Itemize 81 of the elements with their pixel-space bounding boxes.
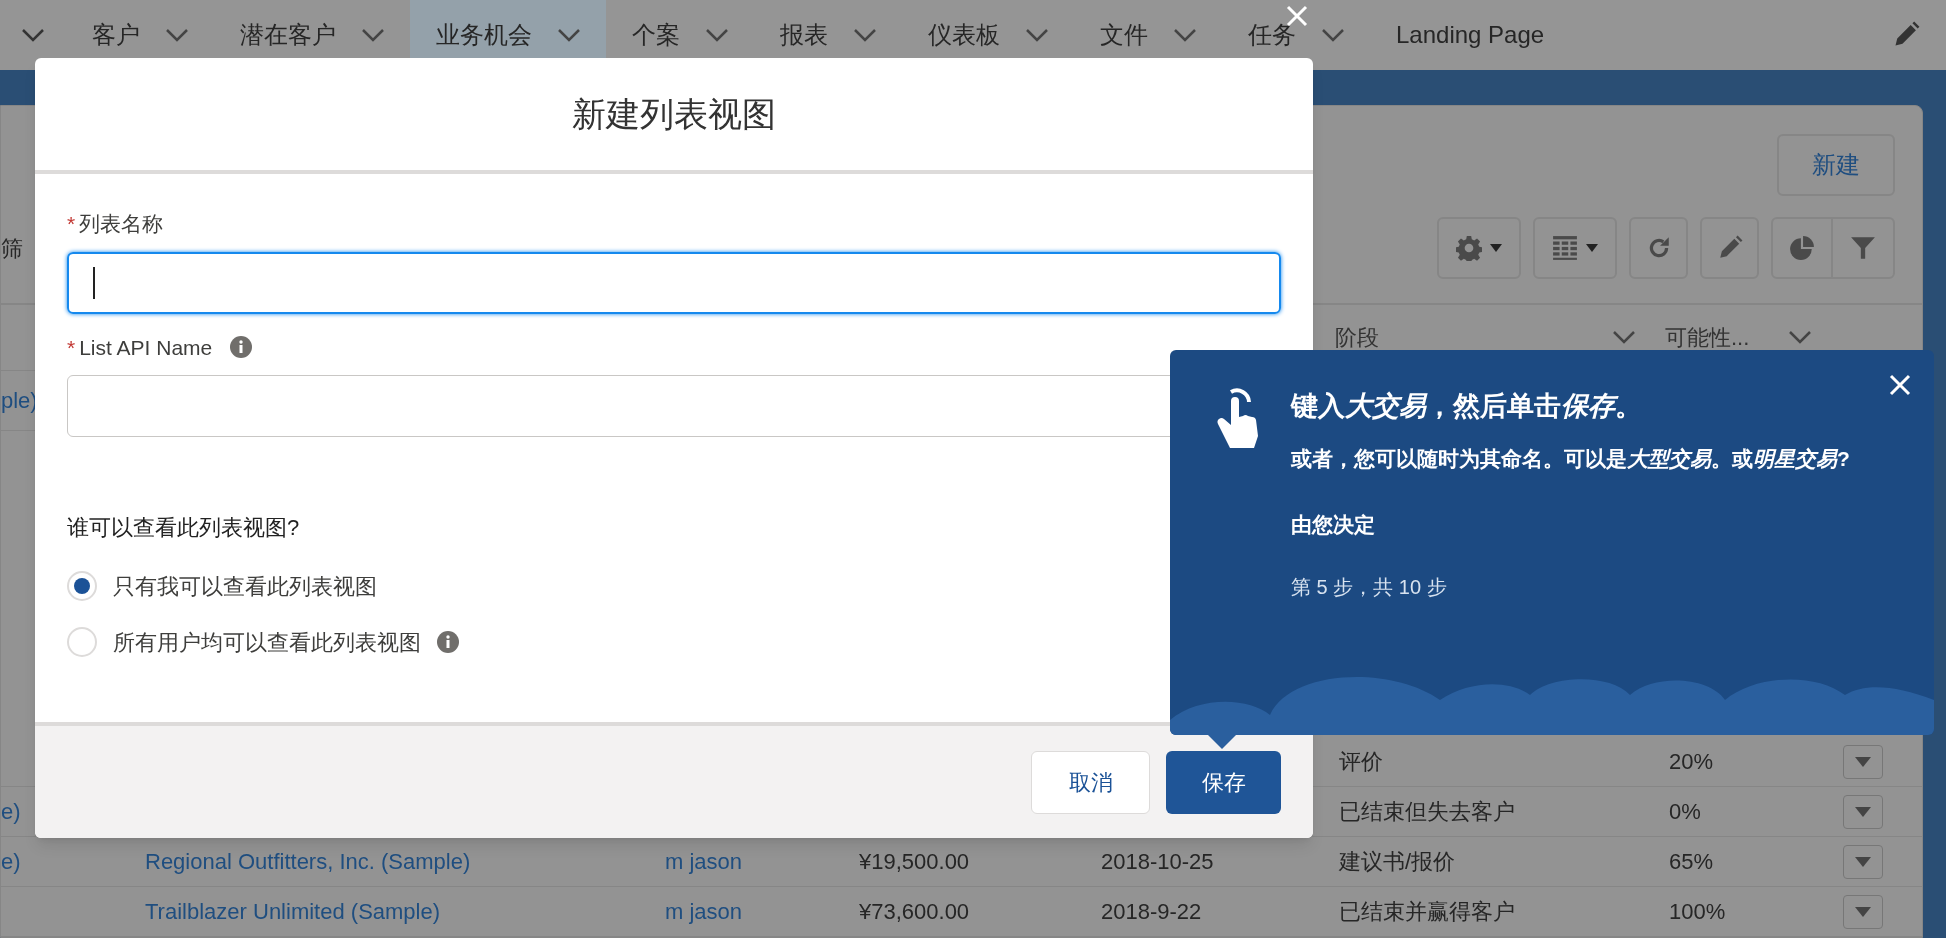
nav-tab[interactable]: 报表 bbox=[754, 0, 902, 70]
table-cell: ¥73,600.00 bbox=[859, 899, 970, 924]
nav-tab-label: 客户 bbox=[92, 20, 140, 50]
pointing-hand-icon bbox=[1216, 388, 1258, 448]
row-menu-button[interactable] bbox=[1843, 844, 1883, 879]
caret-icon bbox=[1490, 244, 1502, 252]
nav-tab[interactable]: Landing Page bbox=[1370, 0, 1571, 70]
record-link[interactable]: Trailblazer Unlimited (Sample) bbox=[145, 899, 441, 924]
radio-label: 所有用户均可以查看此列表视图 bbox=[113, 628, 421, 657]
input-field[interactable] bbox=[67, 251, 1281, 314]
nav-tab[interactable]: 潜在客户 bbox=[214, 0, 410, 70]
table-cell: 已结束并赢得客户 bbox=[1339, 899, 1515, 924]
nav-tab[interactable]: 客户 bbox=[66, 0, 214, 70]
guide-note: 由您决定 bbox=[1291, 511, 1376, 538]
edit-button[interactable] bbox=[1700, 217, 1759, 279]
settings-button[interactable] bbox=[1437, 217, 1521, 279]
close-icon[interactable] bbox=[1889, 374, 1911, 396]
table-cell: 0% bbox=[1669, 799, 1701, 824]
record-link[interactable]: e) bbox=[1, 799, 21, 824]
caret-icon bbox=[1586, 244, 1598, 252]
record-link[interactable]: m jason bbox=[665, 899, 743, 924]
table-icon bbox=[1552, 235, 1578, 261]
record-link[interactable]: ple) bbox=[1, 388, 38, 413]
chevron-down-icon bbox=[1789, 331, 1812, 344]
required-mark: * bbox=[67, 334, 76, 361]
save-button[interactable]: 保存 bbox=[1166, 750, 1281, 814]
nav-tab[interactable]: 个案 bbox=[606, 0, 754, 70]
nav-tab-label: 个案 bbox=[632, 20, 680, 50]
table-cell: 65% bbox=[1669, 849, 1714, 874]
row-menu-button[interactable] bbox=[1843, 794, 1883, 829]
record-link[interactable]: m jason bbox=[665, 849, 743, 874]
display-button[interactable] bbox=[1533, 217, 1617, 279]
pie-chart-icon bbox=[1789, 235, 1815, 261]
table-cell: 评价 bbox=[1339, 749, 1383, 774]
nav-tab-label: 业务机会 bbox=[436, 20, 532, 50]
nav-tab[interactable]: 任务 bbox=[1222, 0, 1370, 70]
record-link[interactable]: e) bbox=[1, 849, 21, 874]
nav-tab-label: 任务 bbox=[1248, 20, 1296, 50]
pointer-arrow bbox=[1208, 735, 1236, 749]
chevron-down-icon bbox=[22, 28, 44, 42]
table-cell: 2018-10-25 bbox=[1101, 849, 1214, 874]
radio-label: 只有我可以查看此列表视图 bbox=[113, 572, 377, 601]
settings-icon bbox=[1456, 235, 1482, 261]
refresh-button[interactable] bbox=[1629, 217, 1688, 279]
table-cell: 建议书/报价 bbox=[1339, 849, 1456, 874]
radio-button[interactable] bbox=[67, 627, 97, 657]
step-counter: 第 5 步，共 10 步 bbox=[1291, 575, 1448, 600]
nav-tab-label: 潜在客户 bbox=[240, 20, 336, 50]
table-cell: 100% bbox=[1669, 899, 1726, 924]
guide-text: 或者，您可以随时为其命名。可以是大型交易。或明星交易? bbox=[1291, 445, 1851, 472]
nav-tab-label: 报表 bbox=[780, 20, 828, 50]
table-cell: ¥19,500.00 bbox=[859, 849, 970, 874]
chevron-down-icon bbox=[1613, 331, 1635, 344]
column-header[interactable]: 可能性... bbox=[1665, 321, 1750, 354]
modal-title: 新建列表视图 bbox=[572, 93, 776, 135]
nav-tab-label: 仪表板 bbox=[928, 20, 1000, 50]
new-button[interactable]: 新建 bbox=[1777, 134, 1895, 196]
row-menu-button[interactable] bbox=[1843, 894, 1883, 929]
caret-icon bbox=[1855, 806, 1871, 817]
visibility-question: 谁可以查看此列表视图? bbox=[67, 514, 301, 542]
field-label: 列表名称 bbox=[79, 211, 164, 237]
filter-label: 筛 bbox=[1, 234, 23, 263]
table-cell: 2018-9-22 bbox=[1101, 899, 1202, 924]
nav-tab-label: Landing Page bbox=[1396, 20, 1545, 50]
caret-icon bbox=[1855, 906, 1871, 917]
filter-icon bbox=[1850, 235, 1876, 261]
radio-button[interactable] bbox=[67, 571, 97, 601]
table-cell: 已结束但失去客户 bbox=[1339, 799, 1515, 824]
nav-tab-label: 文件 bbox=[1100, 20, 1148, 50]
field-label: List API Name bbox=[79, 334, 213, 361]
nav-tab[interactable]: 文件 bbox=[1074, 0, 1222, 70]
required-mark: * bbox=[67, 211, 76, 237]
column-header[interactable]: 阶段 bbox=[1335, 321, 1379, 354]
cancel-button[interactable]: 取消 bbox=[1031, 750, 1150, 814]
row-menu-button[interactable] bbox=[1843, 744, 1883, 779]
caret-icon bbox=[1855, 756, 1871, 767]
nav-tab[interactable]: 仪表板 bbox=[902, 0, 1074, 70]
table-cell: 20% bbox=[1669, 749, 1714, 774]
caret-icon bbox=[1855, 856, 1871, 867]
guide-title: 键入大交易，然后单击保存。 bbox=[1291, 390, 1643, 423]
record-link[interactable]: Regional Outfitters, Inc. (Sample) bbox=[145, 849, 471, 874]
